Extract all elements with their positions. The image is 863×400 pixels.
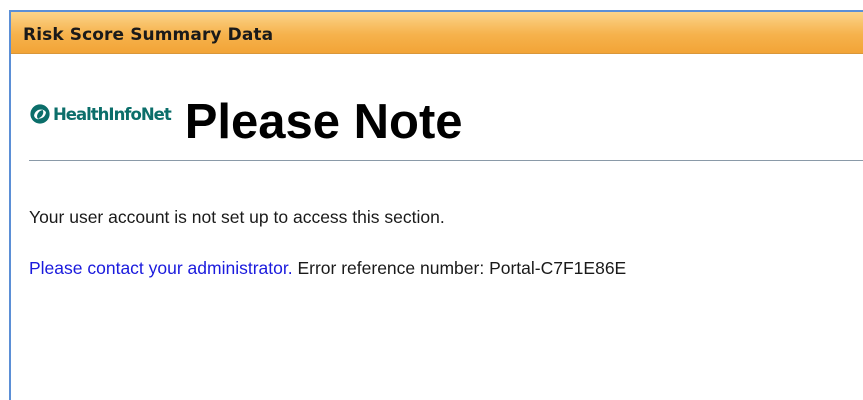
panel-header: Risk Score Summary Data bbox=[11, 12, 863, 54]
content-panel: Risk Score Summary Data HealthInfoNet Pl… bbox=[9, 10, 863, 400]
error-reference-text: Error reference number: Portal-C7F1E86E bbox=[292, 258, 627, 278]
logo-text: HealthInfoNet bbox=[53, 104, 172, 124]
contact-administrator-link[interactable]: Please contact your administrator. bbox=[29, 258, 293, 278]
healthinfonet-logo-icon bbox=[30, 104, 50, 124]
heading-divider bbox=[29, 160, 863, 161]
notice-heading-row: HealthInfoNet Please Note bbox=[29, 92, 463, 152]
access-denied-message: Your user account is not set up to acces… bbox=[29, 207, 445, 227]
healthinfonet-logo: HealthInfoNet bbox=[29, 94, 172, 134]
panel-title: Risk Score Summary Data bbox=[23, 25, 274, 45]
contact-line: Please contact your administrator. Error… bbox=[29, 258, 626, 279]
page-title: Please Note bbox=[184, 94, 463, 149]
